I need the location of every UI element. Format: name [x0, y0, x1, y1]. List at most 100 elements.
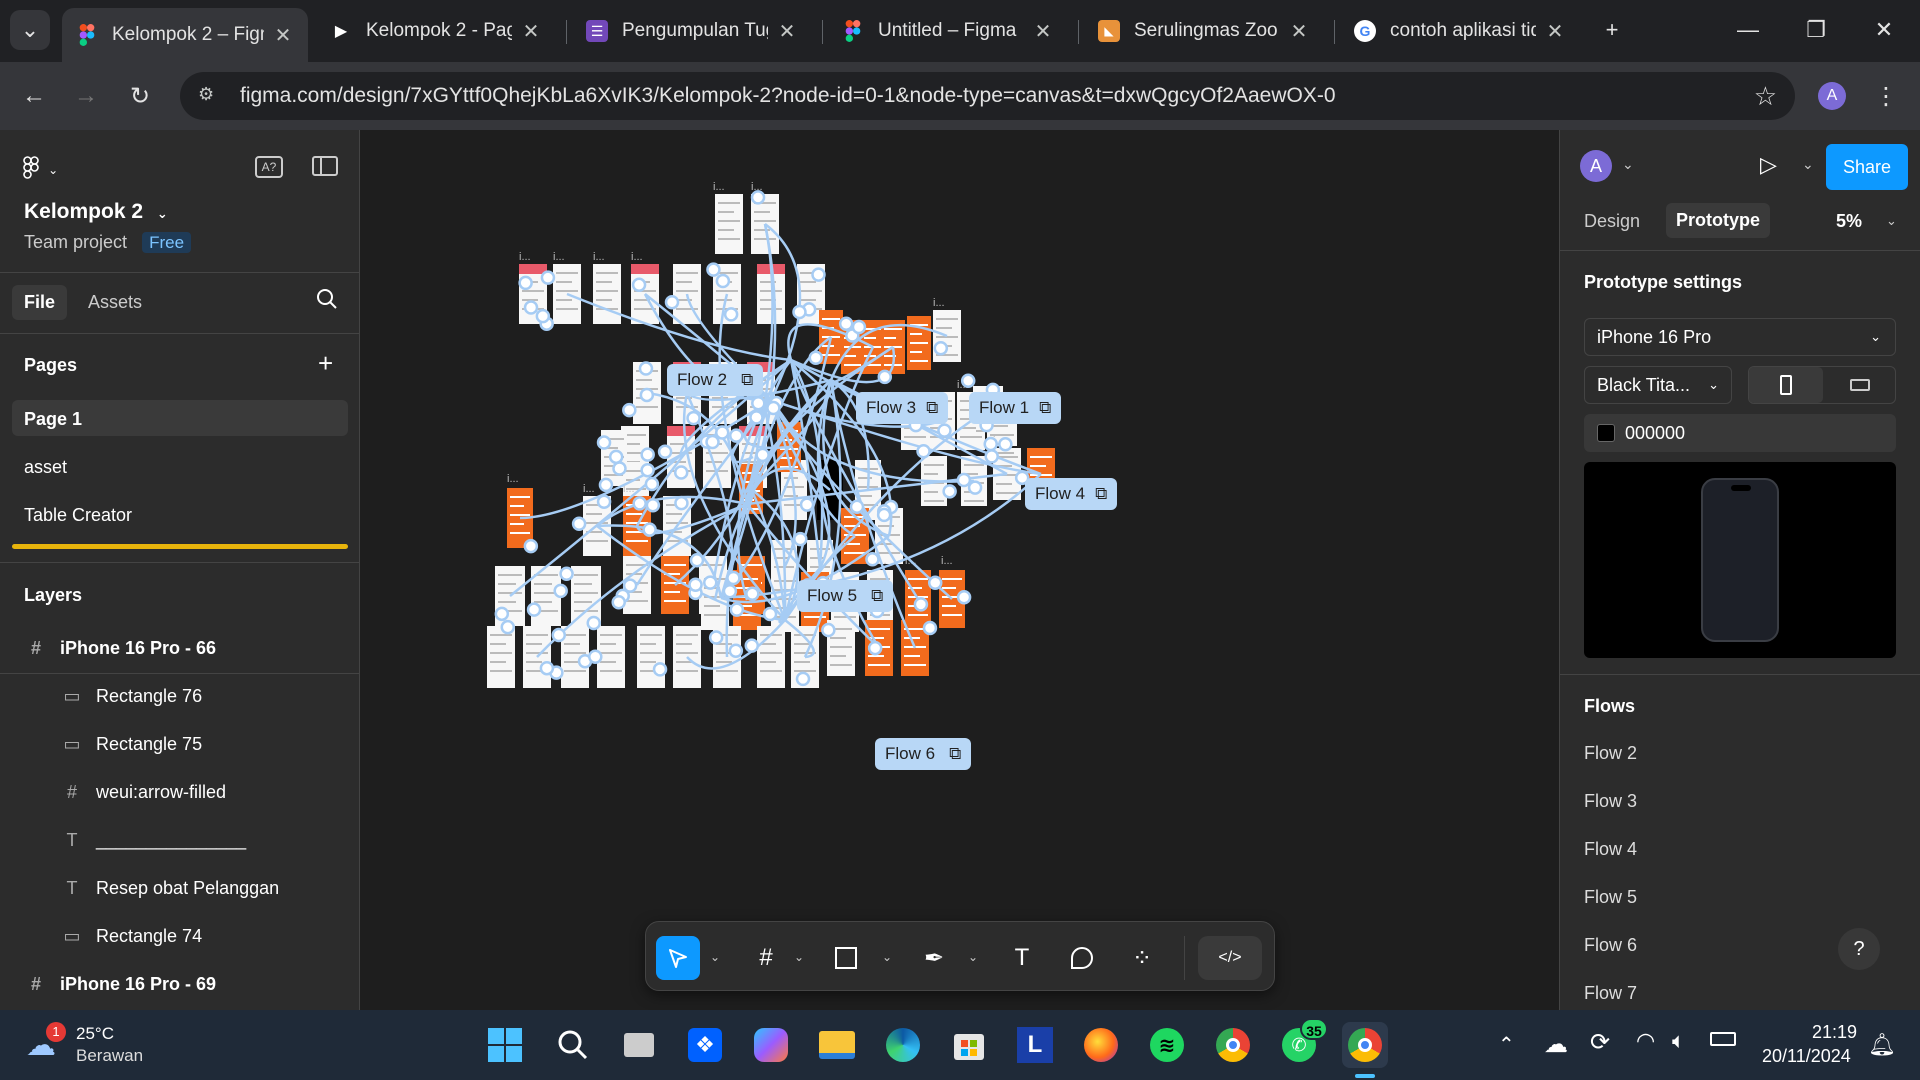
connection-node[interactable]: [539, 660, 555, 676]
connection-node[interactable]: [729, 602, 745, 617]
connection-node[interactable]: [916, 443, 931, 459]
flow-item[interactable]: Flow 3: [1584, 791, 1637, 812]
connection-node[interactable]: [983, 436, 998, 452]
model-color-select[interactable]: Black Tita... ⌄: [1584, 366, 1732, 404]
ai-actions-button[interactable]: A?: [255, 156, 283, 178]
browser-tab[interactable]: Kelompok 2 – Figma ✕: [62, 8, 308, 62]
close-window-button[interactable]: ✕: [1864, 10, 1904, 50]
pen-tool[interactable]: ✒: [912, 936, 956, 980]
connection-node[interactable]: [688, 577, 703, 592]
connection-node[interactable]: [913, 597, 929, 612]
connection-node[interactable]: [967, 480, 983, 495]
frame-thumbnail[interactable]: [487, 626, 515, 688]
notifications-bell-icon[interactable]: 🔔︎: [1868, 1032, 1896, 1058]
connection-node[interactable]: [640, 462, 655, 478]
store-app[interactable]: [946, 1022, 992, 1068]
connection-node[interactable]: [706, 262, 721, 277]
connection-node[interactable]: [535, 308, 551, 324]
color-swatch[interactable]: [1597, 424, 1615, 442]
connection-node[interactable]: [689, 553, 705, 568]
search-icon[interactable]: [316, 288, 338, 316]
clock-date[interactable]: 20/11/2024: [1762, 1046, 1851, 1067]
connection-node[interactable]: [927, 575, 943, 590]
back-button[interactable]: ←: [16, 78, 52, 114]
chevron-down-icon[interactable]: ⌄: [1622, 156, 1634, 173]
flow-label[interactable]: Flow 6 ⧉: [875, 738, 972, 770]
connection-node[interactable]: [608, 449, 624, 465]
close-icon[interactable]: ✕: [272, 23, 294, 48]
tab-design[interactable]: Design: [1584, 211, 1640, 232]
connection-node[interactable]: [664, 294, 680, 310]
frame-thumbnail[interactable]: [637, 626, 665, 688]
chrome-app[interactable]: [1210, 1022, 1256, 1068]
connection-node[interactable]: [553, 583, 568, 599]
actions-tool[interactable]: ⁘: [1120, 936, 1164, 980]
profile-avatar[interactable]: A: [1818, 82, 1846, 110]
flow-label[interactable]: Flow 5 ⧉: [797, 580, 894, 612]
frame-name[interactable]: i...: [507, 473, 519, 485]
connection-node[interactable]: [956, 472, 972, 488]
tab-assets[interactable]: Assets: [88, 292, 142, 313]
share-button[interactable]: Share: [1826, 144, 1908, 190]
connection-node[interactable]: [588, 649, 603, 665]
minimize-button[interactable]: —: [1728, 10, 1768, 50]
wifi-icon[interactable]: ◠: [1636, 1028, 1655, 1054]
connection-node[interactable]: [793, 531, 808, 547]
close-icon[interactable]: ✕: [776, 19, 798, 44]
plan-badge[interactable]: Free: [142, 232, 192, 253]
chevron-down-icon[interactable]: ⌄: [968, 950, 978, 964]
connection-node[interactable]: [998, 436, 1013, 452]
frame-name[interactable]: i...: [713, 181, 725, 193]
page-item[interactable]: Table Creator: [24, 505, 132, 526]
connection-node[interactable]: [749, 410, 764, 425]
connection-node[interactable]: [494, 606, 510, 622]
connection-node[interactable]: [715, 273, 731, 289]
chevron-down-icon[interactable]: ⌄: [1802, 156, 1814, 173]
frame-thumbnail[interactable]: [715, 194, 743, 254]
flow-label[interactable]: Flow 4 ⧉: [1025, 478, 1118, 510]
connection-node[interactable]: [744, 638, 760, 653]
task-view-button[interactable]: [616, 1022, 662, 1068]
l-app[interactable]: L: [1012, 1022, 1058, 1068]
file-explorer-app[interactable]: [814, 1022, 860, 1068]
present-button[interactable]: ▷: [1760, 152, 1777, 178]
connection-node[interactable]: [642, 522, 657, 537]
onedrive-icon[interactable]: ☁: [1544, 1030, 1568, 1059]
help-button[interactable]: ?: [1838, 928, 1880, 970]
connection-node[interactable]: [640, 447, 655, 462]
connection-node[interactable]: [500, 619, 516, 635]
battery-icon[interactable]: [1710, 1032, 1736, 1046]
connection-node[interactable]: [518, 275, 533, 291]
site-settings-icon[interactable]: ⚙: [198, 84, 222, 108]
weather-widget[interactable]: ☁ 1 25°C Berawan: [26, 1022, 156, 1068]
connection-node[interactable]: [596, 494, 612, 509]
frame-name[interactable]: i...: [583, 483, 595, 495]
connection-node[interactable]: [755, 447, 770, 463]
browser-tab[interactable]: ▶ Kelompok 2 - Page ✕: [316, 10, 556, 52]
connection-node[interactable]: [960, 373, 976, 389]
chevron-down-icon[interactable]: ⌄: [710, 950, 720, 964]
frame-tool[interactable]: #: [744, 936, 788, 980]
main-menu-button[interactable]: ⌄: [22, 154, 58, 180]
search-button[interactable]: [550, 1022, 596, 1068]
layer-item[interactable]: T Resep obat Pelanggan: [0, 864, 360, 912]
sync-icon[interactable]: ⟳: [1590, 1028, 1610, 1057]
layer-item[interactable]: T _______________: [0, 816, 360, 864]
chevron-up-icon[interactable]: ⌃: [1498, 1032, 1515, 1057]
connection-node[interactable]: [849, 499, 865, 515]
connection-node[interactable]: [652, 662, 668, 677]
frame-name[interactable]: i...: [553, 251, 565, 263]
chevron-down-icon[interactable]: ⌄: [882, 950, 892, 964]
dropbox-app[interactable]: ❖: [682, 1022, 728, 1068]
close-icon[interactable]: ✕: [1288, 19, 1310, 44]
connection-node[interactable]: [792, 304, 807, 320]
portrait-button[interactable]: [1749, 367, 1823, 403]
forward-button[interactable]: →: [68, 78, 104, 114]
spotify-app[interactable]: ≋: [1144, 1022, 1190, 1068]
connection-node[interactable]: [559, 566, 574, 582]
connection-node[interactable]: [877, 369, 893, 385]
connection-node[interactable]: [937, 423, 952, 438]
firefox-app[interactable]: [1078, 1022, 1124, 1068]
background-color-field[interactable]: 000000: [1584, 414, 1896, 452]
frame-name[interactable]: i...: [593, 251, 605, 263]
